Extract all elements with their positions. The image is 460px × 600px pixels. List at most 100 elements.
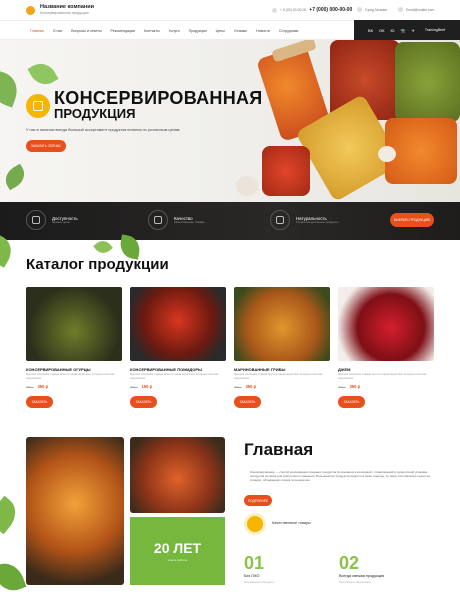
product-description: Краткое описание товара или его характер… xyxy=(26,372,115,380)
apricot-jam-image xyxy=(26,437,124,585)
parsley-leaf-icon xyxy=(93,237,113,257)
nav-item[interactable]: Услуги xyxy=(169,29,180,33)
old-price: 400 р xyxy=(338,385,346,389)
basil-leaf-icon xyxy=(0,70,23,108)
hero-subtitle: ПРОДУКЦИЯ xyxy=(54,106,136,121)
city-block: Город Москва xyxy=(357,7,387,12)
nav-item[interactable]: Продукция xyxy=(189,29,207,33)
nav-item[interactable]: Новости xyxy=(256,29,270,33)
nav-item[interactable]: Отзывы xyxy=(234,29,247,33)
feature-natural: Натуральность Только натуральные продукт… xyxy=(270,210,338,230)
old-price: 400 р xyxy=(234,385,242,389)
feature-subtitle: Низкие цены xyxy=(52,219,70,224)
more-button[interactable]: ПОДРОБНЕЕ xyxy=(244,495,272,506)
quality-label: Качественные товары xyxy=(272,521,311,525)
stat-label: Всегда свежая продукция xyxy=(339,574,385,578)
pickled-cucumbers-image[interactable] xyxy=(26,287,122,361)
price-row: 450 р 350 р xyxy=(26,384,48,389)
order-button[interactable]: ЗАКАЗАТЬ xyxy=(26,396,53,408)
stat-sub: Натуральные продукты xyxy=(244,580,275,584)
product-description: Краткое описание товара или его характер… xyxy=(338,372,427,380)
social-label[interactable]: TrainingBrief xyxy=(425,28,445,32)
product-description: Краткое описание товара или его характер… xyxy=(130,372,219,380)
pickled-mushrooms-image[interactable] xyxy=(234,287,330,361)
canned-tomatoes-image[interactable] xyxy=(130,287,226,361)
feature-quality: Качество Качественные товары xyxy=(148,210,205,230)
price: 150 р xyxy=(141,384,153,389)
years-number: 20 ЛЕТ xyxy=(153,540,202,556)
basil-leaf-icon xyxy=(27,58,59,90)
product-card[interactable]: КОНСЕРВИРОВАННЫЕ ПОМИДОРЫ Краткое описан… xyxy=(130,287,226,413)
feature-availability: Доступность Низкие цены xyxy=(26,210,78,230)
hero-section: КОНСЕРВИРОВАННАЯ ПРОДУКЦИЯ У нас в налич… xyxy=(0,40,460,202)
phone-block[interactable]: + 8 (00) 00-00-00 +7 (000) 000-00-00 xyxy=(272,7,352,13)
price-row: 400 р 350 р xyxy=(234,384,256,389)
mail-icon xyxy=(398,7,403,12)
price-row: 400 р 350 р xyxy=(338,384,360,389)
leaf-pot-icon xyxy=(270,210,290,230)
experience-box: 20 ЛЕТ опыта работы xyxy=(130,517,225,585)
phone-icon xyxy=(272,7,277,13)
nav-item[interactable]: Сотрудники xyxy=(279,29,298,33)
nav-item[interactable]: Главная xyxy=(30,29,44,33)
order-button[interactable]: ЗАКАЗАТЬ xyxy=(130,396,157,408)
feature-subtitle: Качественные товары xyxy=(174,219,205,224)
logo[interactable]: Название компании Консервированная проду… xyxy=(40,4,94,15)
stat-number: 01 xyxy=(244,553,265,573)
price: 350 р xyxy=(245,384,257,389)
phone-secondary: + 8 (00) 00-00-00 xyxy=(280,8,307,12)
city-label: Город Москва xyxy=(365,7,387,12)
nav-item[interactable]: Рекомендации xyxy=(111,29,135,33)
email-block[interactable]: Email@mailto.com xyxy=(398,7,434,12)
carrot-jar-image xyxy=(385,118,457,184)
years-caption: опыта работы xyxy=(167,558,188,562)
price: 350 р xyxy=(37,384,49,389)
social-icon[interactable]: ОК xyxy=(379,28,384,33)
social-bar: ВК ОК Ю 📷 ✈ TrainingBrief xyxy=(354,20,460,40)
nav-item[interactable]: О нас xyxy=(53,29,63,33)
bag-icon xyxy=(26,210,46,230)
location-icon xyxy=(357,7,362,12)
parsley-leaf-icon xyxy=(0,495,23,535)
logo-icon[interactable] xyxy=(26,5,35,15)
nav-item[interactable]: Вопросы и ответы xyxy=(71,29,101,33)
catalog-title: Каталог продукции xyxy=(26,256,169,273)
garlic-icon xyxy=(236,176,258,196)
choose-products-button[interactable]: ВЫБРАТЬ ПРОДУКЦИЮ xyxy=(390,213,434,227)
social-icon[interactable]: ВК xyxy=(368,28,373,33)
feature-subtitle: Только натуральные продукты xyxy=(296,219,339,224)
social-icon[interactable]: ✈ xyxy=(411,28,414,33)
email-link[interactable]: Email@mailto.com xyxy=(406,8,434,12)
order-now-button[interactable]: ЗАКАЗАТЬ СЕЙЧАС xyxy=(26,140,66,152)
basil-leaf-icon xyxy=(0,163,30,191)
top-bar: Название компании Консервированная проду… xyxy=(0,0,460,20)
old-price: 200 р xyxy=(130,385,138,389)
product-description: Краткое описание товара или его характер… xyxy=(234,372,323,380)
pantry-jars-image xyxy=(130,437,225,513)
social-icon[interactable]: Ю xyxy=(390,28,394,33)
hero-badge-icon xyxy=(26,94,50,118)
jam-image[interactable] xyxy=(338,287,434,361)
company-name: Название компании xyxy=(40,4,94,10)
stat-label: Без ГМО xyxy=(244,574,260,578)
sauce-jar-image xyxy=(262,146,310,196)
price: 350 р xyxy=(349,384,361,389)
social-icon[interactable]: 📷 xyxy=(401,28,406,33)
quality-icon xyxy=(244,513,266,535)
product-card[interactable]: КОНСЕРВИРОВАННЫЕ ОГУРЦЫ Краткое описание… xyxy=(26,287,122,413)
parsley-leaf-icon xyxy=(0,558,27,596)
product-card[interactable]: МАРИНОВАННЫЕ ГРИБЫ Краткое описание това… xyxy=(234,287,330,413)
hero-description: У нас в наличии всегда большой ассортиме… xyxy=(26,128,180,132)
nav-item[interactable]: Контакты xyxy=(144,29,160,33)
about-text: Консервирование — способ консервации пищ… xyxy=(250,470,430,483)
garlic-icon xyxy=(378,146,396,162)
order-button[interactable]: ЗАКАЗАТЬ xyxy=(234,396,261,408)
order-button[interactable]: ЗАКАЗАТЬ xyxy=(338,396,365,408)
stat-number: 02 xyxy=(339,553,360,573)
product-card[interactable]: ДЖЕМ Краткое описание товара или его хар… xyxy=(338,287,434,413)
cucumber-jar-image xyxy=(395,42,460,122)
nav-item[interactable]: Цены xyxy=(216,29,225,33)
old-price: 450 р xyxy=(26,385,34,389)
pot-icon xyxy=(148,210,168,230)
phone-primary[interactable]: +7 (000) 000-00-00 xyxy=(309,7,352,13)
